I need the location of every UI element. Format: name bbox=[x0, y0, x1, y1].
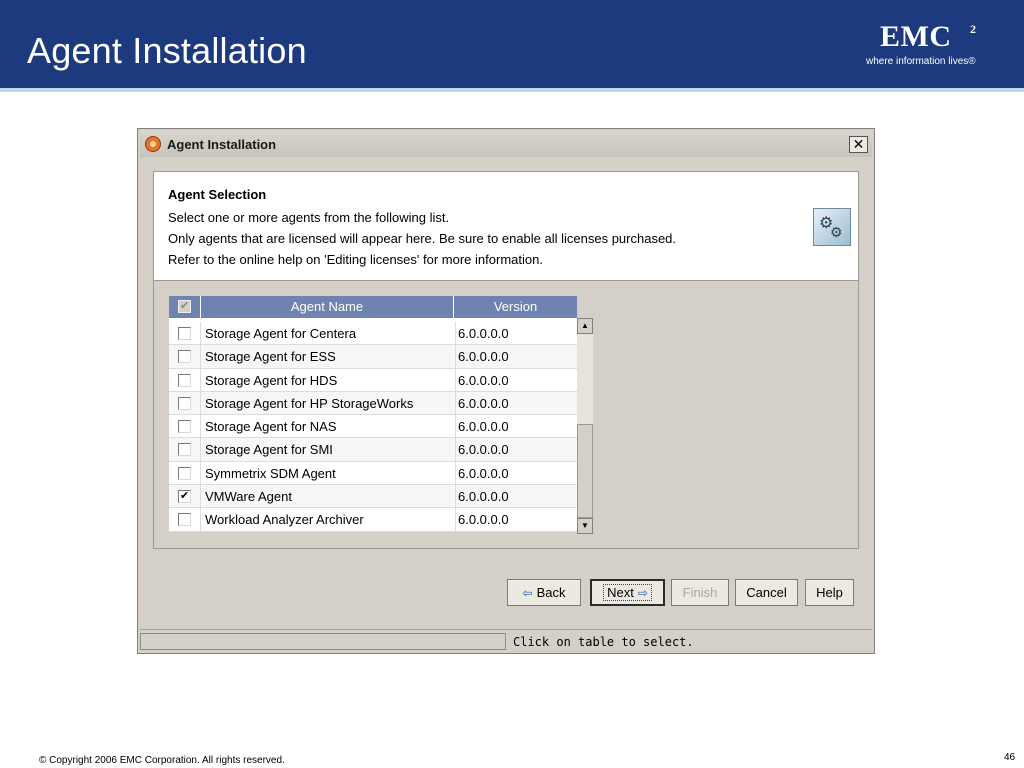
agent-version: 6.0.0.0.0 bbox=[455, 485, 577, 508]
scroll-thumb[interactable] bbox=[577, 424, 593, 518]
cancel-button[interactable]: Cancel bbox=[735, 579, 798, 606]
agent-name: Storage Agent for NAS bbox=[205, 419, 337, 435]
row-checkbox[interactable] bbox=[178, 420, 191, 434]
row-checkbox[interactable] bbox=[178, 513, 191, 527]
row-checkbox[interactable] bbox=[178, 327, 191, 340]
arrow-left-icon: ⇦ bbox=[522, 586, 533, 600]
agent-name: Storage Agent for Centera bbox=[205, 326, 357, 341]
table-row[interactable]: Storage Agent for ESS 6.0.0.0.0 bbox=[169, 345, 577, 369]
agent-name: Workload Analyzer Archiver bbox=[205, 512, 364, 528]
row-checkbox-cell bbox=[169, 438, 201, 461]
next-focus-ring: Next ⇨ bbox=[603, 584, 652, 601]
row-checkbox[interactable] bbox=[178, 350, 191, 364]
row-checkbox[interactable] bbox=[178, 373, 191, 387]
row-checkbox-cell bbox=[169, 391, 201, 415]
row-checkbox-cell bbox=[169, 345, 201, 368]
dialog-title: Agent Installation bbox=[167, 137, 277, 152]
cancel-label: Cancel bbox=[746, 585, 787, 600]
agent-name: Storage Agent for SMI bbox=[205, 442, 333, 458]
table-row[interactable]: Storage Agent for HP StorageWorks 6.0.0.… bbox=[169, 391, 577, 416]
status-bar: Click on table to select. bbox=[140, 629, 872, 652]
section-title: Agent Selection bbox=[168, 187, 267, 202]
table-header: ✔ Agent Name Version bbox=[169, 296, 577, 318]
table-body: Storage Agent for Centera 6.0.0.0.0 Stor… bbox=[169, 322, 577, 532]
help-button[interactable]: Help bbox=[805, 579, 854, 606]
agent-version: 6.0.0.0.0 bbox=[455, 508, 577, 531]
row-checkbox-cell bbox=[169, 415, 201, 438]
row-checkbox-cell bbox=[169, 368, 201, 391]
finish-button[interactable]: Finish bbox=[671, 579, 729, 606]
agent-name: Storage Agent for ESS bbox=[205, 349, 336, 365]
progress-field bbox=[140, 633, 506, 650]
agent-name: Storage Agent for HDS bbox=[205, 372, 338, 388]
instruction-line: Only agents that are licensed will appea… bbox=[168, 231, 677, 246]
slide-header: Agent Installation EMC 2 where informati… bbox=[0, 0, 1024, 88]
agent-table[interactable]: ✔ Agent Name Version Storage Agent for C… bbox=[169, 296, 577, 532]
table-row[interactable]: Storage Agent for HDS 6.0.0.0.0 bbox=[169, 368, 577, 392]
app-icon bbox=[145, 136, 161, 152]
emc-logo: EMC 2 where information lives® bbox=[866, 20, 996, 72]
next-button[interactable]: Next ⇨ bbox=[590, 579, 665, 606]
close-icon: ✕ bbox=[852, 136, 865, 152]
logo-tagline: where information lives® bbox=[866, 56, 976, 67]
header-panel: Agent Selection Select one or more agent… bbox=[153, 171, 859, 281]
help-label: Help bbox=[816, 585, 843, 600]
table-row[interactable]: Symmetrix SDM Agent 6.0.0.0.0 bbox=[169, 461, 577, 486]
row-checkbox[interactable] bbox=[178, 396, 191, 410]
agent-version: 6.0.0.0.0 bbox=[455, 322, 577, 345]
agent-version: 6.0.0.0.0 bbox=[455, 415, 577, 438]
status-text: Click on table to select. bbox=[513, 635, 694, 649]
close-button[interactable]: ✕ bbox=[849, 136, 868, 153]
column-header-version[interactable]: Version bbox=[454, 296, 577, 318]
select-all-header[interactable]: ✔ bbox=[169, 296, 201, 318]
agent-name: VMWare Agent bbox=[205, 489, 292, 505]
logo-superscript: 2 bbox=[970, 22, 976, 36]
instruction-line: Refer to the online help on 'Editing lic… bbox=[168, 252, 543, 267]
agent-name: Storage Agent for HP StorageWorks bbox=[205, 395, 414, 411]
back-button[interactable]: ⇦ Back bbox=[507, 579, 581, 606]
row-checkbox-cell bbox=[169, 508, 201, 531]
select-all-checkbox[interactable]: ✔ bbox=[178, 300, 191, 313]
table-scrollbar[interactable]: ▲ ▼ bbox=[577, 318, 593, 534]
row-checkbox[interactable] bbox=[178, 466, 191, 480]
row-checkbox-cell: ✔ bbox=[169, 485, 201, 508]
next-label: Next bbox=[607, 585, 634, 600]
gears-icon: ⚙ ⚙ bbox=[813, 208, 851, 246]
agent-version: 6.0.0.0.0 bbox=[455, 368, 577, 391]
agent-version: 6.0.0.0.0 bbox=[455, 438, 577, 461]
back-label: Back bbox=[536, 585, 566, 600]
table-row[interactable]: Storage Agent for NAS 6.0.0.0.0 bbox=[169, 415, 577, 439]
page-number: 46 bbox=[1004, 752, 1016, 763]
row-checkbox-cell bbox=[169, 322, 201, 345]
table-row[interactable]: ✔ VMWare Agent 6.0.0.0.0 bbox=[169, 485, 577, 509]
table-row[interactable]: Workload Analyzer Archiver 6.0.0.0.0 bbox=[169, 508, 577, 532]
agent-version: 6.0.0.0.0 bbox=[455, 461, 577, 485]
column-header-agent-name[interactable]: Agent Name bbox=[201, 296, 454, 318]
agent-version: 6.0.0.0.0 bbox=[455, 391, 577, 415]
row-checkbox-cell bbox=[169, 461, 201, 485]
table-row[interactable]: Storage Agent for SMI 6.0.0.0.0 bbox=[169, 438, 577, 462]
table-row[interactable]: Storage Agent for Centera 6.0.0.0.0 bbox=[169, 322, 577, 346]
agent-installation-dialog: Agent Installation ✕ Agent Selection Sel… bbox=[137, 128, 875, 654]
scroll-down-icon[interactable]: ▼ bbox=[577, 518, 593, 534]
slide-title: Agent Installation bbox=[27, 30, 307, 71]
row-checkbox[interactable]: ✔ bbox=[178, 490, 191, 504]
arrow-right-icon: ⇨ bbox=[637, 586, 648, 600]
finish-label: Finish bbox=[682, 585, 718, 600]
copyright-footer: © Copyright 2006 EMC Corporation. All ri… bbox=[39, 755, 285, 766]
header-rule bbox=[0, 88, 1024, 92]
row-checkbox[interactable] bbox=[178, 443, 191, 457]
instruction-line: Select one or more agents from the follo… bbox=[168, 210, 450, 225]
logo-mark: EMC bbox=[880, 20, 952, 53]
agent-version: 6.0.0.0.0 bbox=[455, 345, 577, 368]
scroll-up-icon[interactable]: ▲ bbox=[577, 318, 593, 334]
dialog-titlebar[interactable]: Agent Installation ✕ bbox=[140, 131, 872, 157]
agent-name: Symmetrix SDM Agent bbox=[205, 465, 336, 481]
